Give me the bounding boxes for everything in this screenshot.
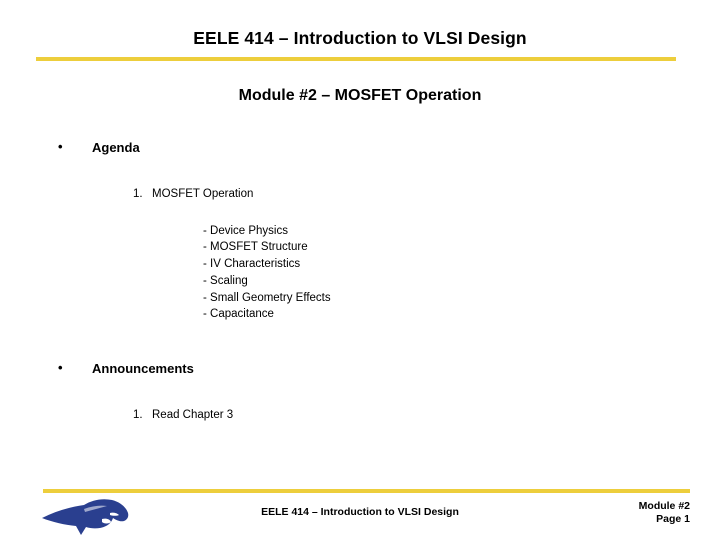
footer-module-label: Module #2 bbox=[638, 500, 690, 512]
list-item: - Scaling bbox=[203, 274, 248, 287]
list-item: - Device Physics bbox=[203, 224, 288, 237]
list-item-label: Read Chapter 3 bbox=[152, 409, 234, 422]
bullet-item-agenda: • Agenda bbox=[58, 140, 720, 155]
footer-page-number: Page 1 bbox=[656, 513, 690, 525]
list-item: - Capacitance bbox=[203, 308, 274, 321]
footer-divider bbox=[43, 489, 690, 493]
footer-course-label: EELE 414 – Introduction to VLSI Design bbox=[261, 506, 459, 518]
list-item: - Small Geometry Effects bbox=[203, 291, 331, 304]
subitem-list-mosfet-operation: - Device Physics - MOSFET Structure - IV… bbox=[203, 223, 720, 324]
page-title: EELE 414 – Introduction to VLSI Design bbox=[193, 28, 527, 48]
section-heading-agenda: Agenda bbox=[92, 140, 140, 155]
slide-body: • Agenda 1. MOSFET Operation - Device Phy… bbox=[0, 140, 720, 422]
numbered-item-mosfet-operation: 1. MOSFET Operation bbox=[133, 188, 720, 201]
section-heading-announcements: Announcements bbox=[92, 361, 194, 377]
bullet-item-announcements: • Announcements bbox=[58, 361, 720, 376]
list-number: 1. bbox=[133, 188, 143, 200]
slide-subtitle: Module #2 – MOSFET Operation bbox=[238, 87, 482, 104]
bullet-dot-icon: • bbox=[58, 360, 63, 376]
list-item: - MOSFET Structure bbox=[203, 241, 308, 254]
numbered-item-read-chapter: 1. Read Chapter 3 bbox=[133, 410, 720, 422]
slide-canvas: EELE 414 – Introduction to VLSI Design M… bbox=[0, 0, 720, 540]
header-divider bbox=[36, 57, 676, 61]
list-number: 1. bbox=[133, 409, 143, 422]
list-item-label: MOSFET Operation bbox=[152, 188, 254, 200]
bullet-dot-icon: • bbox=[58, 139, 63, 154]
footer-page-info: Module #2 Page 1 bbox=[639, 500, 690, 526]
list-item: - IV Characteristics bbox=[203, 258, 301, 271]
